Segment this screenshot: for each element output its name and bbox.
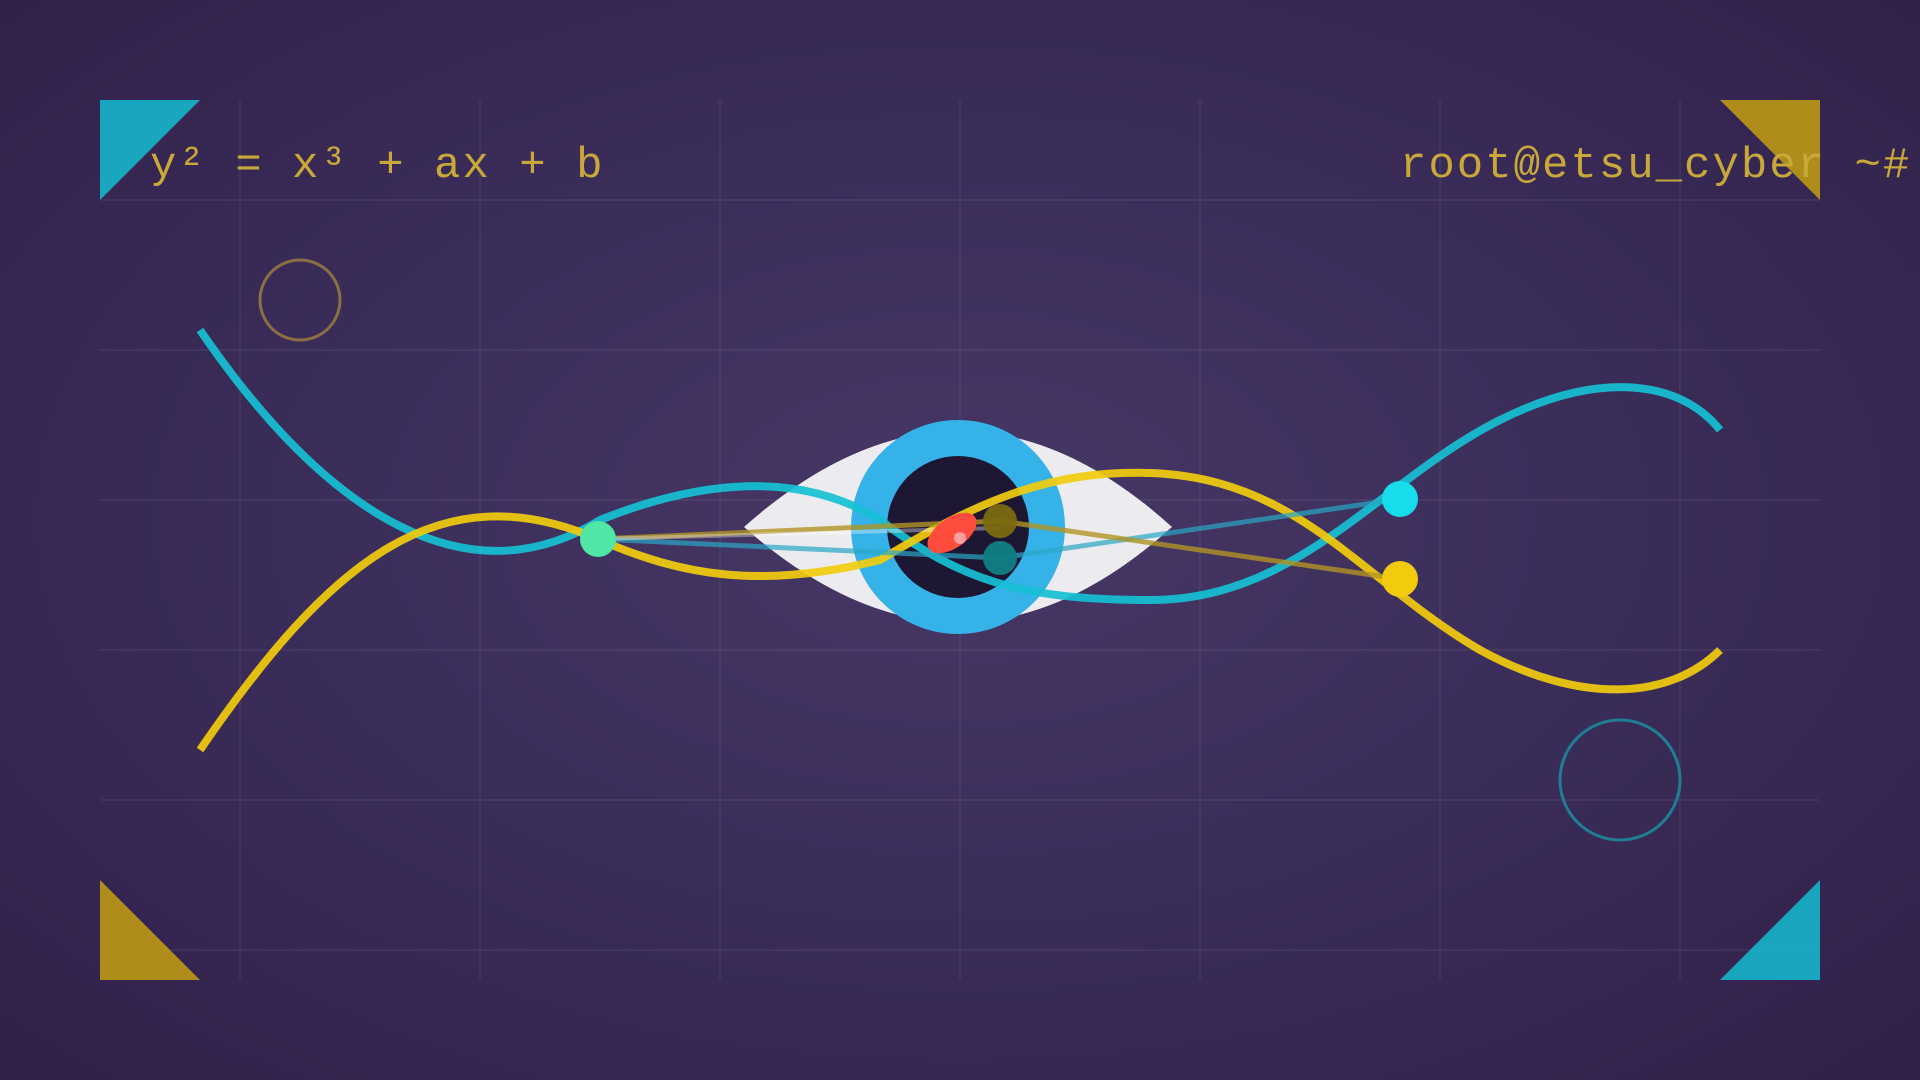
- point-cyan-right: [1382, 481, 1418, 517]
- corner-triangle-icon-bottom-left: [100, 880, 200, 980]
- point-yellow-right: [1382, 561, 1418, 597]
- corner-triangle-icon-bottom-right: [1720, 880, 1820, 980]
- point-teal-center: [983, 541, 1017, 575]
- ring-icon-gold: [258, 258, 342, 342]
- point-intersection-left: [580, 521, 616, 557]
- terminal-prompt: root@etsu_cyber ~#: [1400, 141, 1912, 191]
- equation-label: y² = x³ + ax + b: [150, 141, 605, 191]
- ring-icon-teal: [1558, 718, 1682, 842]
- point-gold-center: [983, 504, 1017, 538]
